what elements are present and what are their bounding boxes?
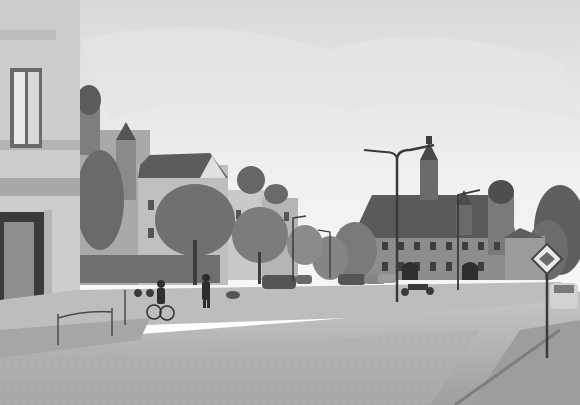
foreground-left-building [0, 0, 80, 336]
pedestrian [202, 274, 210, 308]
street-scene-photo [0, 0, 580, 405]
planter [226, 291, 240, 299]
